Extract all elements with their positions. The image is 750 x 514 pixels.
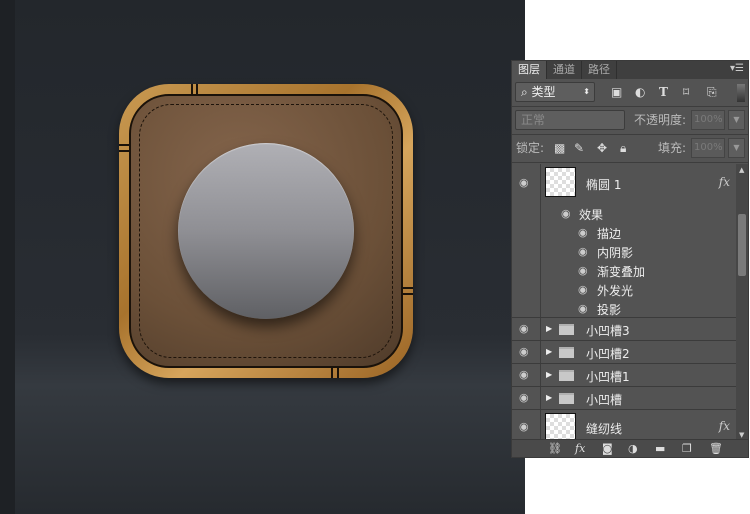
adjustment-filter-icon[interactable]: ◐ xyxy=(635,82,645,102)
effect-item[interactable]: 外发光 xyxy=(597,282,633,299)
folder-icon xyxy=(559,324,574,335)
effect-item[interactable]: 渐变叠加 xyxy=(597,263,645,280)
expand-arrow-icon[interactable]: ▶ xyxy=(546,393,552,402)
eye-icon[interactable]: ◉ xyxy=(519,176,529,189)
effect-item[interactable]: 内阴影 xyxy=(597,244,633,261)
filter-row: ⌕ 类型 ⬍ ▣ ◐ T ⌑ ⎘ xyxy=(512,81,748,105)
layer-name: 小凹槽 xyxy=(586,393,623,407)
eye-icon[interactable]: ◉ xyxy=(578,264,588,277)
panel-tabs: 图层 通道 路径 ▾☰ xyxy=(512,61,748,79)
eye-icon[interactable]: ◉ xyxy=(519,368,529,381)
link-layers-icon[interactable]: ⛓ xyxy=(548,440,562,458)
tab-layers[interactable]: 图层 xyxy=(512,61,547,79)
fill-label: 填充: xyxy=(658,141,687,155)
layer-group[interactable]: ◉ ▶ 小凹槽 xyxy=(512,387,736,410)
shape-filter-icon[interactable]: ⌑ xyxy=(683,82,689,102)
eye-icon[interactable]: ◉ xyxy=(519,345,529,358)
filter-type-label: 类型 xyxy=(531,85,556,99)
lock-transparent-icon[interactable]: ▩ xyxy=(554,138,565,158)
leather-wood-app-icon xyxy=(119,84,413,378)
folder-icon xyxy=(559,393,574,404)
new-group-icon[interactable]: ▬ xyxy=(655,440,665,458)
document-canvas xyxy=(0,0,525,514)
filter-toggle[interactable] xyxy=(737,84,745,102)
delete-layer-icon[interactable]: 🗑︎ xyxy=(709,440,723,458)
layer-group[interactable]: ◉ ▶ 小凹槽3 xyxy=(512,318,736,341)
effect-item[interactable]: 投影 xyxy=(597,301,621,318)
layer-name: 小凹槽2 xyxy=(586,347,630,361)
expand-arrow-icon[interactable]: ▶ xyxy=(546,370,552,379)
tab-channels[interactable]: 通道 xyxy=(547,61,582,79)
eye-icon[interactable]: ◉ xyxy=(578,302,588,315)
expand-arrow-icon[interactable]: ▶ xyxy=(546,324,552,333)
effects-label: 效果 xyxy=(579,208,604,222)
lock-row: 锁定: ▩ ✎ ✥ 🔒︎ 填充: 100% ▼ xyxy=(512,137,748,161)
eye-icon[interactable]: ◉ xyxy=(519,322,529,335)
layer-name: 小凹槽3 xyxy=(586,324,630,338)
eye-icon[interactable]: ◉ xyxy=(561,207,571,220)
eye-icon[interactable]: ◉ xyxy=(578,283,588,296)
new-layer-icon[interactable]: ❐ xyxy=(682,440,692,458)
panel-bottom-toolbar: ⛓ fx ◙ ◑ ▬ ❐ 🗑︎ xyxy=(512,439,748,457)
eye-icon[interactable]: ◉ xyxy=(519,420,529,433)
image-filter-icon[interactable]: ▣ xyxy=(611,82,622,102)
layer-ellipse-1[interactable]: ◉ 椭圆 1 fx ◉ 效果 ◉ 描边 ◉ 内阴影 ◉ 渐变叠加 ◉ 外发光 ◉… xyxy=(512,164,736,318)
fill-dropdown[interactable]: ▼ xyxy=(728,138,745,158)
opacity-dropdown[interactable]: ▼ xyxy=(728,110,745,130)
fx-icon[interactable]: fx xyxy=(719,419,730,433)
folder-icon xyxy=(559,347,574,358)
opacity-input[interactable]: 100% xyxy=(691,110,725,130)
panel-menu-icon[interactable]: ▾☰ xyxy=(730,63,744,74)
layers-scrollbar[interactable]: ▲ ▼ xyxy=(736,164,748,441)
eye-icon[interactable]: ◉ xyxy=(519,391,529,404)
add-mask-icon[interactable]: ◙ xyxy=(602,440,613,458)
fill-input[interactable]: 100% xyxy=(691,138,725,158)
layer-thumbnail xyxy=(545,413,576,439)
layer-name: 缝纫线 xyxy=(586,422,623,436)
expand-arrow-icon[interactable]: ▶ xyxy=(546,347,552,356)
tab-paths[interactable]: 路径 xyxy=(582,61,617,79)
eye-icon[interactable]: ◉ xyxy=(578,245,588,258)
folder-icon xyxy=(559,370,574,381)
lock-all-icon[interactable]: 🔒︎ xyxy=(620,138,626,158)
layer-stitch-line[interactable]: ◉ 缝纫线 fx xyxy=(512,410,736,440)
eye-icon[interactable]: ◉ xyxy=(578,226,588,239)
layer-thumbnail xyxy=(545,167,576,197)
add-style-button[interactable]: fx xyxy=(575,440,585,458)
fx-icon[interactable]: fx xyxy=(719,175,730,189)
scrollbar-thumb[interactable] xyxy=(738,214,746,276)
blend-mode-select[interactable]: 正常 xyxy=(515,110,625,130)
layer-group[interactable]: ◉ ▶ 小凹槽2 xyxy=(512,341,736,364)
type-filter-icon[interactable]: T xyxy=(659,82,668,102)
layers-panel: 图层 通道 路径 ▾☰ ⌕ 类型 ⬍ ▣ ◐ T ⌑ ⎘ 正常 不透明度: 100… xyxy=(511,60,749,458)
search-icon: ⌕ xyxy=(521,85,532,99)
filter-type-select[interactable]: ⌕ 类型 ⬍ xyxy=(515,82,595,102)
lock-paint-icon[interactable]: ✎ xyxy=(574,138,584,158)
metal-knob-ellipse xyxy=(178,143,354,319)
adjustment-layer-icon[interactable]: ◑ xyxy=(628,440,638,458)
effect-item[interactable]: 描边 xyxy=(597,225,621,242)
layer-group[interactable]: ◉ ▶ 小凹槽1 xyxy=(512,364,736,387)
lock-move-icon[interactable]: ✥ xyxy=(597,138,607,158)
lock-label: 锁定: xyxy=(516,141,545,155)
layer-name: 小凹槽1 xyxy=(586,370,630,384)
layer-name: 椭圆 1 xyxy=(586,178,622,192)
smart-object-filter-icon[interactable]: ⎘ xyxy=(707,82,717,102)
canvas-edge xyxy=(0,0,15,514)
blend-row: 正常 不透明度: 100% ▼ xyxy=(512,109,748,133)
opacity-label: 不透明度: xyxy=(634,113,687,127)
